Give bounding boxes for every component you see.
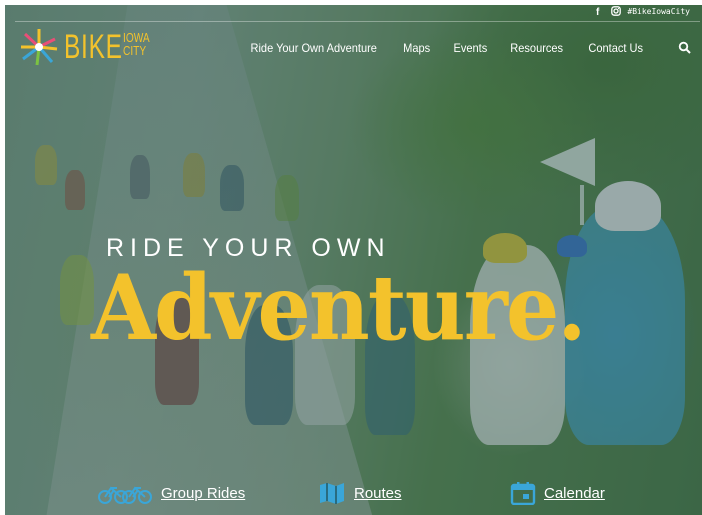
nav-ride-your-own-adventure[interactable]: Ride Your Own Adventure bbox=[250, 41, 376, 55]
calendar-link[interactable]: Calendar bbox=[510, 479, 605, 507]
utility-bar: f #BikeIowaCity bbox=[5, 5, 702, 21]
logo-line-city: CITY bbox=[123, 43, 147, 58]
instagram-icon[interactable] bbox=[611, 6, 621, 19]
calendar-icon bbox=[510, 482, 536, 505]
bicycles-icon bbox=[98, 486, 152, 504]
nav-contact-us[interactable]: Contact Us bbox=[588, 41, 643, 55]
nav-events[interactable]: Events bbox=[453, 41, 487, 55]
header-divider bbox=[15, 21, 700, 22]
logo-word-iowa-city: IOWA CITY bbox=[123, 31, 150, 57]
group-rides-label: Group Rides bbox=[161, 484, 246, 502]
group-rides-link[interactable]: Group Rides bbox=[97, 479, 245, 507]
logo-word-bike: BIKE bbox=[64, 28, 123, 66]
page: f #BikeIowaCity BIKE IOWA CITY Ride Your… bbox=[5, 5, 702, 515]
main-nav: Ride Your Own Adventure Maps Events Reso… bbox=[245, 41, 665, 55]
facebook-icon[interactable]: f bbox=[596, 7, 599, 18]
routes-link[interactable]: Routes bbox=[318, 479, 402, 507]
nav-maps[interactable]: Maps bbox=[404, 41, 431, 55]
routes-label: Routes bbox=[354, 484, 402, 502]
logo-burst-icon bbox=[21, 29, 58, 66]
search-icon[interactable] bbox=[678, 41, 692, 55]
hero-headline: Adventure. bbox=[91, 255, 586, 361]
hashtag-link[interactable]: #BikeIowaCity bbox=[627, 7, 690, 16]
nav-resources[interactable]: Resources bbox=[511, 41, 564, 55]
calendar-label: Calendar bbox=[544, 484, 605, 502]
map-icon bbox=[320, 483, 344, 504]
